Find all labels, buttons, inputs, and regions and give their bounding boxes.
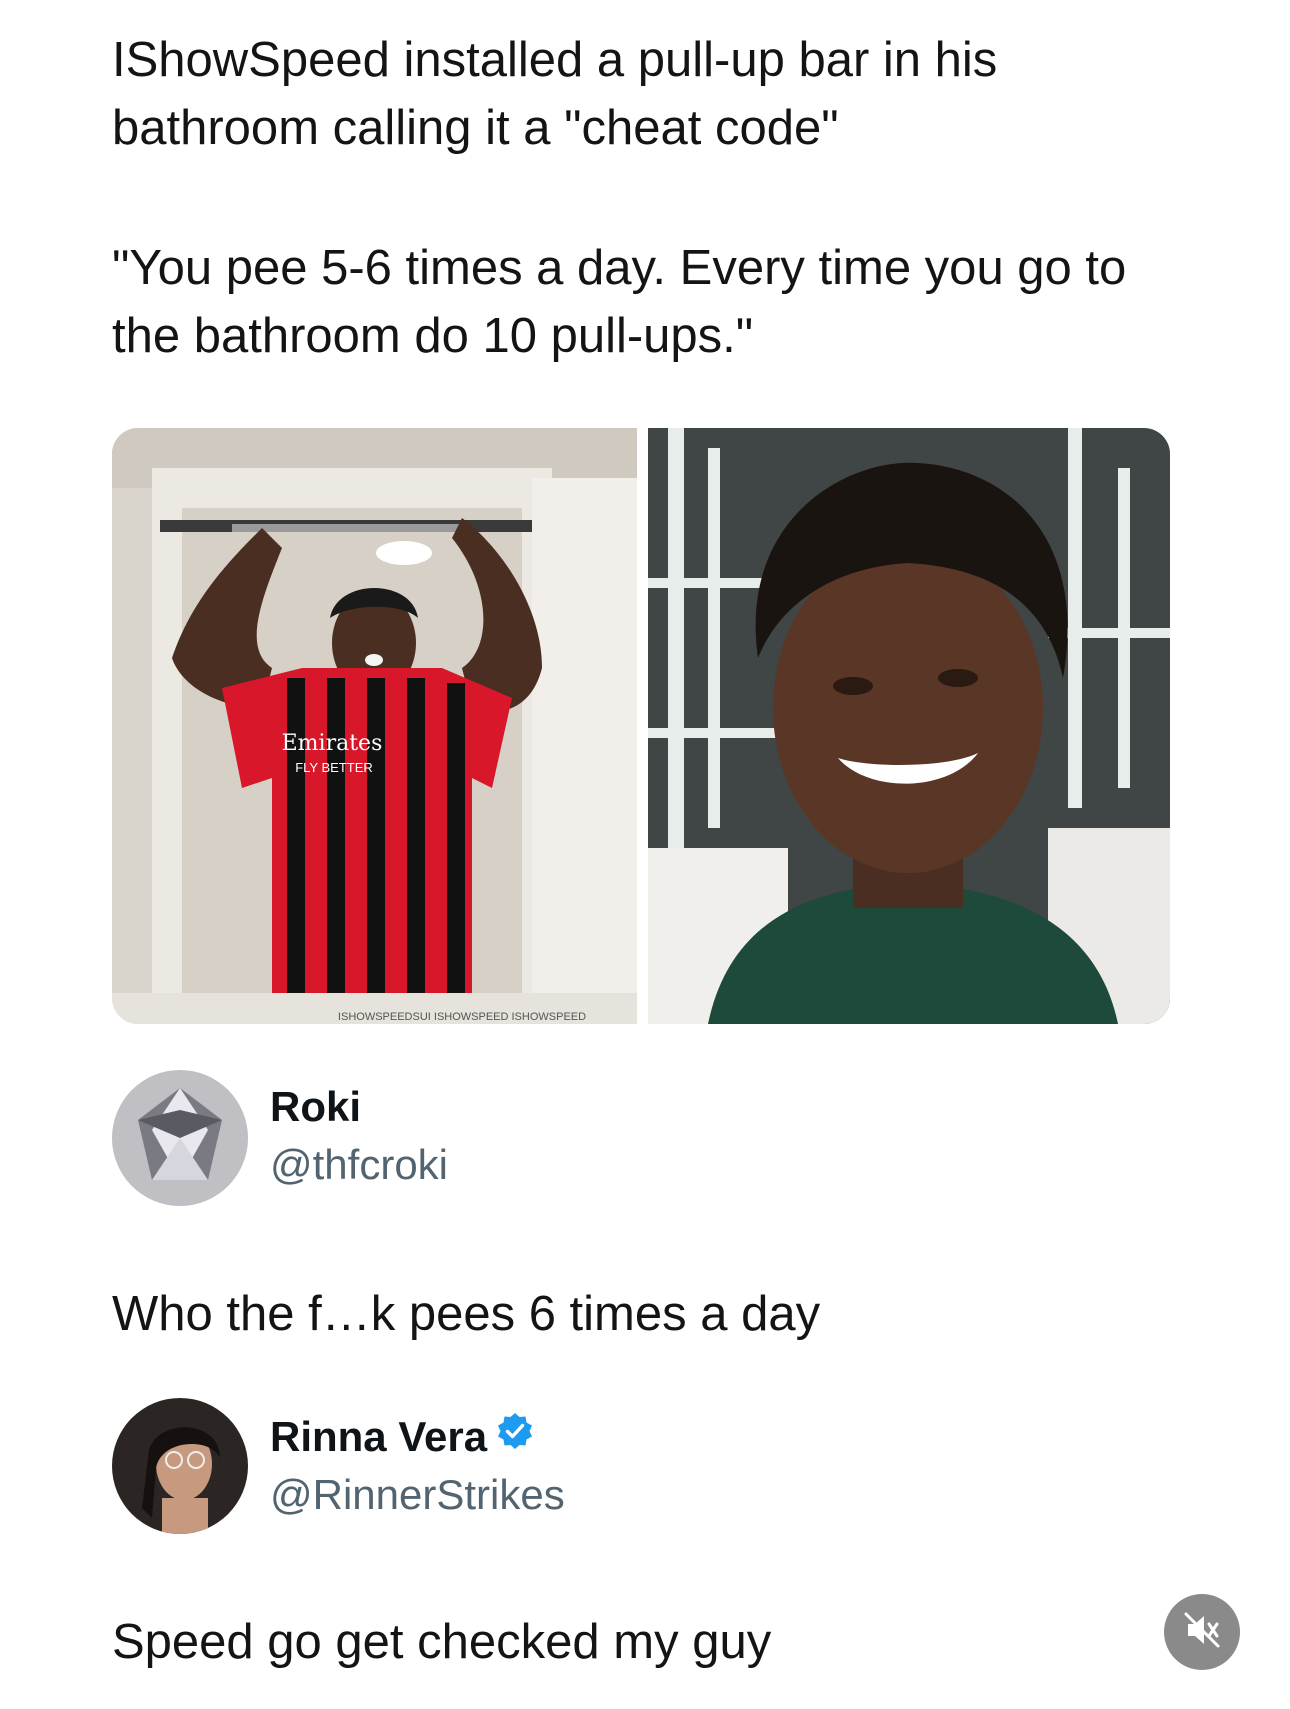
- jersey-sponsor-subtext: FLY BETTER: [295, 760, 373, 775]
- reply-text: Who the f…k pees 6 times a day: [112, 1287, 821, 1341]
- reply-author-handle[interactable]: @RinnerStrikes: [270, 1470, 565, 1520]
- avatar[interactable]: [112, 1398, 248, 1534]
- verified-badge-icon: [495, 1411, 535, 1462]
- reply-text: Speed go get checked my guy: [112, 1615, 772, 1669]
- portrait-photo[interactable]: [648, 428, 1170, 1024]
- reply-author-name[interactable]: Roki: [270, 1082, 361, 1132]
- reply-author-name[interactable]: Rinna Vera: [270, 1412, 535, 1465]
- mute-toggle-button[interactable]: [1164, 1594, 1240, 1670]
- pullup-photo[interactable]: Emirates FLY BETTER ISHOWSPEEDSUI ISHOWS…: [112, 428, 637, 1024]
- reply-author-handle[interactable]: @thfcroki: [270, 1140, 448, 1190]
- avatar[interactable]: [112, 1070, 248, 1206]
- jersey-sponsor-text: Emirates: [282, 731, 383, 756]
- photo-watermark: ISHOWSPEEDSUI ISHOWSPEED ISHOWSPEED: [338, 1011, 586, 1023]
- speaker-muted-icon: [1180, 1608, 1224, 1657]
- post-headline: IShowSpeed installed a pull-up bar in hi…: [112, 33, 998, 155]
- post-quote: "You pee 5-6 times a day. Every time you…: [112, 241, 1127, 363]
- author-name-text: Rinna Vera: [270, 1413, 488, 1460]
